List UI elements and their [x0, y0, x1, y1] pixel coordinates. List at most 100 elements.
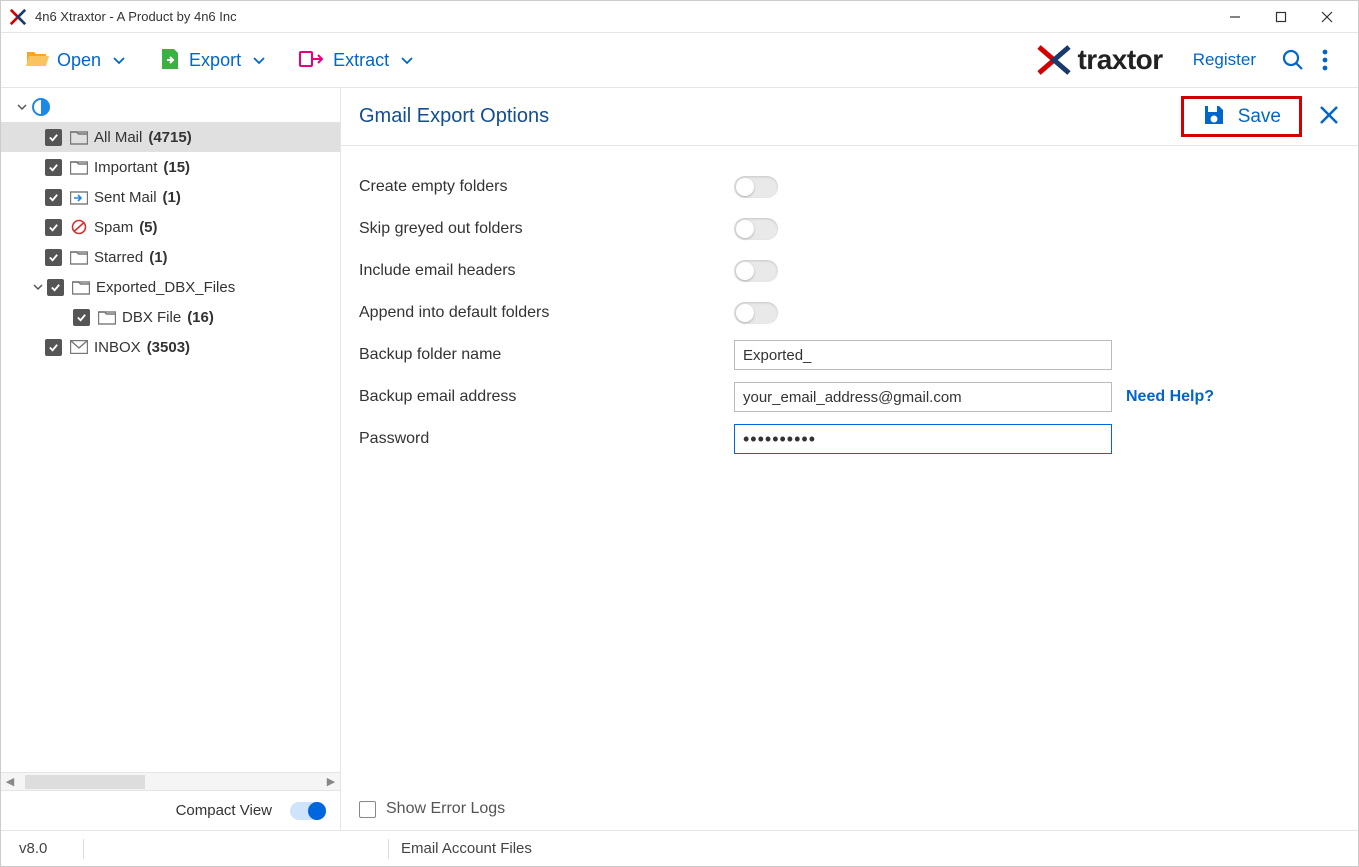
- backup-email-row: Backup email address Need Help?: [359, 376, 1340, 418]
- logo-text: traxtor: [1077, 44, 1162, 76]
- sent-icon: [70, 190, 88, 205]
- folder-icon: [72, 280, 90, 295]
- tree-item-name: Important: [94, 159, 157, 176]
- close-pane-icon[interactable]: [1318, 104, 1340, 129]
- save-label: Save: [1238, 106, 1281, 128]
- more-vertical-icon[interactable]: [1322, 49, 1328, 71]
- extract-button[interactable]: Extract: [287, 42, 425, 79]
- tree-checkbox[interactable]: [45, 249, 62, 266]
- folder-icon: [70, 250, 88, 265]
- backup-folder-label: Backup folder name: [359, 346, 734, 364]
- tree-item[interactable]: Exported_DBX_Files: [1, 272, 340, 302]
- divider: [83, 839, 84, 859]
- folder-icon: [70, 130, 88, 145]
- export-button[interactable]: Export: [147, 41, 277, 80]
- content-title: Gmail Export Options: [359, 105, 1181, 128]
- open-button[interactable]: Open: [13, 42, 137, 79]
- search-icon[interactable]: [1282, 49, 1304, 71]
- tree-item-count: (1): [163, 189, 181, 206]
- option-include-headers: Include email headers: [359, 250, 1340, 292]
- tree-item-name: DBX File: [122, 309, 181, 326]
- account-icon: [31, 97, 51, 117]
- caret-down-icon: [253, 52, 265, 68]
- need-help-link[interactable]: Need Help?: [1126, 388, 1214, 406]
- tree-item[interactable]: All Mail (4715): [1, 122, 340, 152]
- content-pane: Gmail Export Options Save Create empty f…: [341, 88, 1358, 830]
- backup-email-input[interactable]: [734, 382, 1112, 412]
- tree-item[interactable]: Spam(5): [1, 212, 340, 242]
- option-toggle[interactable]: [734, 218, 778, 240]
- option-label: Include email headers: [359, 262, 734, 280]
- backup-folder-input[interactable]: [734, 340, 1112, 370]
- option-toggle[interactable]: [734, 176, 778, 198]
- caret-down-icon: [15, 102, 29, 112]
- folder-icon: [98, 310, 116, 325]
- option-toggle[interactable]: [734, 260, 778, 282]
- password-input[interactable]: ••••••••••: [734, 424, 1112, 454]
- app-icon: [9, 8, 27, 26]
- save-button[interactable]: Save: [1181, 96, 1302, 137]
- tree-item[interactable]: INBOX(3503): [1, 332, 340, 362]
- tree-checkbox[interactable]: [45, 189, 62, 206]
- window-controls: [1212, 2, 1350, 32]
- compact-view-label: Compact View: [176, 802, 272, 819]
- option-skip-greyed-out: Skip greyed out folders: [359, 208, 1340, 250]
- tree-item-name: All Mail: [94, 129, 142, 146]
- compact-view-toggle[interactable]: [290, 802, 326, 820]
- titlebar: 4n6 Xtraxtor - A Product by 4n6 Inc: [1, 1, 1358, 33]
- show-error-logs-label: Show Error Logs: [386, 800, 505, 818]
- tree-item[interactable]: DBX File(16): [1, 302, 340, 332]
- tree-checkbox[interactable]: [47, 279, 64, 296]
- content-header: Gmail Export Options Save: [341, 88, 1358, 146]
- open-label: Open: [57, 50, 101, 71]
- option-create-empty-folders: Create empty folders: [359, 166, 1340, 208]
- password-row: Password ••••••••••: [359, 418, 1340, 460]
- backup-email-label: Backup email address: [359, 388, 734, 406]
- caret-down-icon: [113, 52, 125, 68]
- extract-label: Extract: [333, 50, 389, 71]
- tree-item-count: (15): [163, 159, 190, 176]
- register-link[interactable]: Register: [1193, 50, 1256, 70]
- option-label: Skip greyed out folders: [359, 220, 734, 238]
- tree-item-name: INBOX: [94, 339, 141, 356]
- tree-item-name: Spam: [94, 219, 133, 236]
- tree-checkbox[interactable]: [45, 219, 62, 236]
- tree-item-count: (4715): [148, 129, 191, 146]
- tree-checkbox[interactable]: [45, 339, 62, 356]
- tree-checkbox[interactable]: [73, 309, 90, 326]
- spam-icon: [70, 219, 88, 235]
- caret-down-icon: [31, 282, 45, 292]
- sidebar-scrollbar[interactable]: ◀ ▶: [1, 772, 340, 790]
- divider: [388, 839, 389, 859]
- show-error-logs-checkbox[interactable]: [359, 801, 376, 818]
- option-label: Create empty folders: [359, 178, 734, 196]
- maximize-button[interactable]: [1258, 2, 1304, 32]
- option-label: Append into default folders: [359, 304, 734, 322]
- scroll-left-icon[interactable]: ◀: [1, 773, 19, 791]
- tree-checkbox[interactable]: [45, 159, 62, 176]
- logo-x-icon: [1037, 45, 1071, 75]
- tree-item[interactable]: Important (15): [1, 152, 340, 182]
- folder-tree: All Mail(4715)Important(15)Sent Mail(1)S…: [1, 88, 340, 772]
- scrollbar-thumb[interactable]: [25, 775, 145, 789]
- tree-item-name: Sent Mail: [94, 189, 157, 206]
- brand-logo: traxtor: [1037, 44, 1162, 76]
- tree-item[interactable]: Sent Mail (1): [1, 182, 340, 212]
- password-label: Password: [359, 430, 734, 448]
- scroll-right-icon[interactable]: ▶: [322, 773, 340, 791]
- close-button[interactable]: [1304, 2, 1350, 32]
- show-error-logs-row: Show Error Logs: [341, 788, 1358, 830]
- options-body: Create empty folders Skip greyed out fol…: [341, 146, 1358, 788]
- inbox-icon: [70, 340, 88, 354]
- tree-item[interactable]: Starred(1): [1, 242, 340, 272]
- tree-checkbox[interactable]: [45, 129, 62, 146]
- main-area: All Mail(4715)Important(15)Sent Mail(1)S…: [1, 88, 1358, 830]
- folder-open-icon: [25, 48, 49, 73]
- extract-icon: [299, 48, 325, 73]
- caret-down-icon: [401, 52, 413, 68]
- tree-root[interactable]: [1, 92, 340, 122]
- tree-item-count: (1): [149, 249, 167, 266]
- minimize-button[interactable]: [1212, 2, 1258, 32]
- option-toggle[interactable]: [734, 302, 778, 324]
- backup-folder-row: Backup folder name: [359, 334, 1340, 376]
